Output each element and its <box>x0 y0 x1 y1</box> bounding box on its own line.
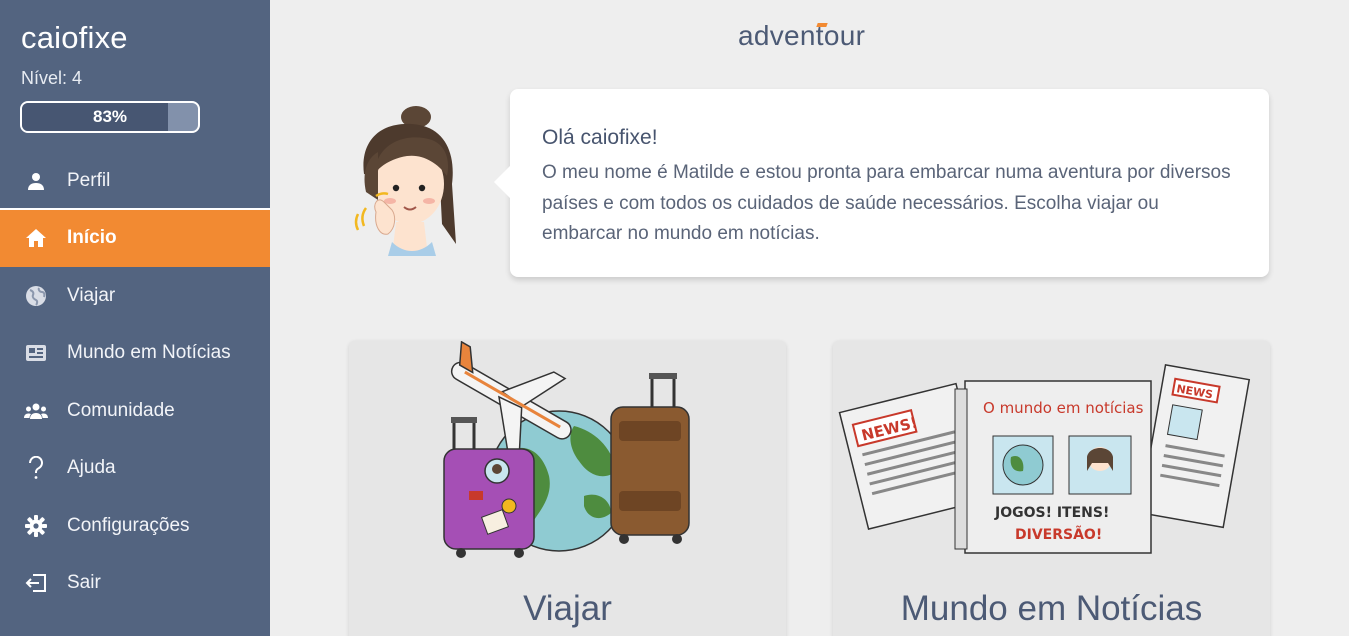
news-paper-header: O mundo em notícias <box>983 399 1144 417</box>
adventour-logo: adventour <box>738 20 865 52</box>
travel-card-title: Viajar <box>523 589 612 628</box>
sidebar-item-sair[interactable]: Sair <box>0 555 270 613</box>
travel-card[interactable]: Viajar <box>349 341 786 636</box>
sidebar-item-perfil[interactable]: Perfil <box>0 152 270 210</box>
username: caiofixe <box>21 20 128 55</box>
gear-icon <box>24 514 48 538</box>
sidebar-item-ajuda[interactable]: Ajuda <box>0 440 270 498</box>
sidebar-nav: Perfil Início Viajar Mundo em Notícias C… <box>0 152 270 612</box>
sidebar-item-label: Perfil <box>67 169 111 191</box>
news-illustration: NEWS! NEWS O mundo em notícias JOGOS! IT… <box>838 364 1251 554</box>
matilde-avatar-illustration <box>354 106 456 256</box>
person-icon <box>24 169 48 193</box>
newspaper-icon <box>24 341 48 365</box>
news-headline-2: DIVERSÃO! <box>1015 526 1102 543</box>
sidebar-item-mundo-em-noticias[interactable]: Mundo em Notícias <box>0 325 270 383</box>
logo-part1: adven <box>738 20 816 51</box>
matilde-speech-bubble: Olá caiofixe! O meu nome é Matilde e est… <box>494 89 1269 277</box>
logout-icon <box>24 571 48 595</box>
sidebar-item-label: Ajuda <box>67 457 116 479</box>
sidebar-item-label: Comunidade <box>67 399 175 421</box>
sidebar-item-label: Início <box>67 227 117 249</box>
logo-part3: our <box>823 20 866 51</box>
sidebar-item-configuracoes[interactable]: Configurações <box>0 497 270 555</box>
news-card-title: Mundo em Notícias <box>900 589 1203 628</box>
level-label: Nível: 4 <box>21 68 83 88</box>
home-icon <box>24 226 48 250</box>
news-card[interactable]: NEWS! NEWS O mundo em notícias JOGOS! IT… <box>833 341 1270 636</box>
intro-text: O meu nome é Matilde e estou pronta para… <box>542 162 1231 244</box>
question-icon <box>24 456 48 480</box>
sidebar-item-label: Mundo em Notícias <box>67 342 231 364</box>
sidebar-item-inicio[interactable]: Início <box>0 209 270 267</box>
sidebar-item-comunidade[interactable]: Comunidade <box>0 382 270 440</box>
logo-part2: t <box>815 20 824 51</box>
sidebar-item-label: Configurações <box>67 514 190 536</box>
globe-icon <box>24 284 48 308</box>
community-icon <box>24 399 48 423</box>
sidebar-item-viajar[interactable]: Viajar <box>0 267 270 325</box>
level-progress-bar: 83% <box>20 101 200 133</box>
sidebar: caiofixe Nível: 4 83% Perfil Início Viaj… <box>0 0 270 636</box>
news-headline-1: JOGOS! ITENS! <box>994 505 1109 521</box>
sidebar-item-label: Sair <box>67 572 101 594</box>
level-progress-label: 83% <box>92 107 128 126</box>
greeting-text: Olá caiofixe! <box>542 126 658 149</box>
travel-illustration <box>443 341 690 558</box>
sidebar-item-label: Viajar <box>67 284 116 306</box>
